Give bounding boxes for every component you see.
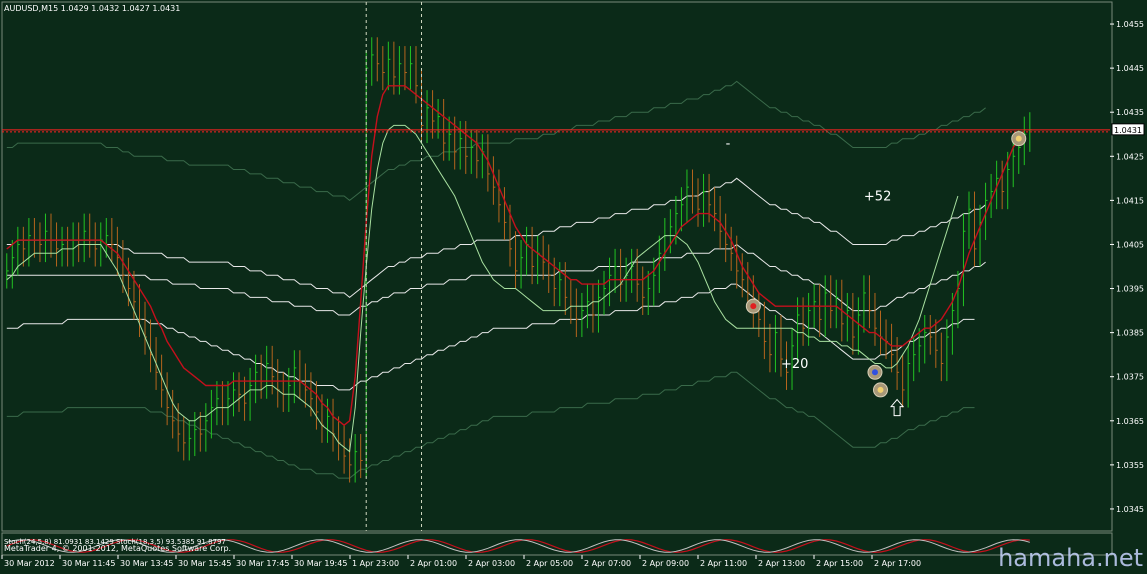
x-tick-label: 30 Mar 13:45 — [120, 559, 173, 568]
annotation-label: +20 — [781, 357, 808, 372]
x-tick-label: 2 Apr 13:00 — [758, 559, 805, 568]
x-tick-label: 2 Apr 01:00 — [410, 559, 457, 568]
y-tick-label: 1.0405 — [1116, 240, 1144, 249]
x-tick-label: 30 Mar 15:45 — [178, 559, 231, 568]
y-tick-label: 1.0365 — [1116, 417, 1144, 426]
chart-window[interactable]: 1.0455 1.0445 1.0435 1.0425 1.0415 1.0405 1.03… — [0, 0, 1147, 572]
y-tick-label: 1.0345 — [1116, 505, 1144, 514]
x-tick-label: 2 Apr 11:00 — [700, 559, 747, 568]
x-tick-label: 1 Apr 23:00 — [352, 559, 399, 568]
y-tick-label: 1.0425 — [1116, 152, 1144, 161]
y-tick-label: 1.0395 — [1116, 285, 1144, 294]
annotation-label: +52 — [864, 189, 891, 204]
y-tick-label: 1.0445 — [1116, 64, 1144, 73]
x-tick-label: 2 Apr 17:00 — [874, 559, 921, 568]
y-tick-label: 1.0435 — [1116, 108, 1144, 117]
price-chart[interactable]: 1.0455 1.0445 1.0435 1.0425 1.0415 1.0405 1.03… — [0, 0, 1147, 572]
exit-circle-core — [1015, 135, 1022, 142]
watermark: hamaha.net — [998, 544, 1143, 570]
x-tick-label: 30 Mar 11:45 — [62, 559, 115, 568]
y-tick-label: 1.0385 — [1116, 329, 1144, 338]
x-tick-label: 2 Apr 09:00 — [642, 559, 689, 568]
x-tick-label: 30 Mar 17:45 — [236, 559, 289, 568]
x-tick-label: 30 Mar 2012 — [4, 559, 55, 568]
buy-circle-core — [871, 369, 878, 376]
y-tick-label: 1.0415 — [1116, 196, 1144, 205]
annotation-label: - — [726, 136, 731, 151]
y-tick-label: 1.0355 — [1116, 461, 1144, 470]
entry-circle-core — [877, 386, 884, 393]
x-tick-label: 2 Apr 05:00 — [526, 559, 573, 568]
chart-background — [0, 0, 1147, 570]
x-tick-label: 2 Apr 15:00 — [816, 559, 863, 568]
y-tick-label: 1.0455 — [1116, 20, 1144, 29]
x-tick-label: 30 Mar 19:45 — [294, 559, 347, 568]
symbol-header: AUDUSD,M15 1.0429 1.0432 1.0427 1.0431 — [4, 4, 180, 13]
sell-circle-core — [750, 303, 757, 310]
x-tick-label: 2 Apr 03:00 — [468, 559, 515, 568]
copyright-text: MetaTrader 4, © 2001-2012, MetaQuotes So… — [4, 544, 231, 553]
current-price-label: 1.0431 — [1114, 126, 1142, 135]
y-tick-label: 1.0375 — [1116, 373, 1144, 382]
x-tick-label: 2 Apr 07:00 — [584, 559, 631, 568]
